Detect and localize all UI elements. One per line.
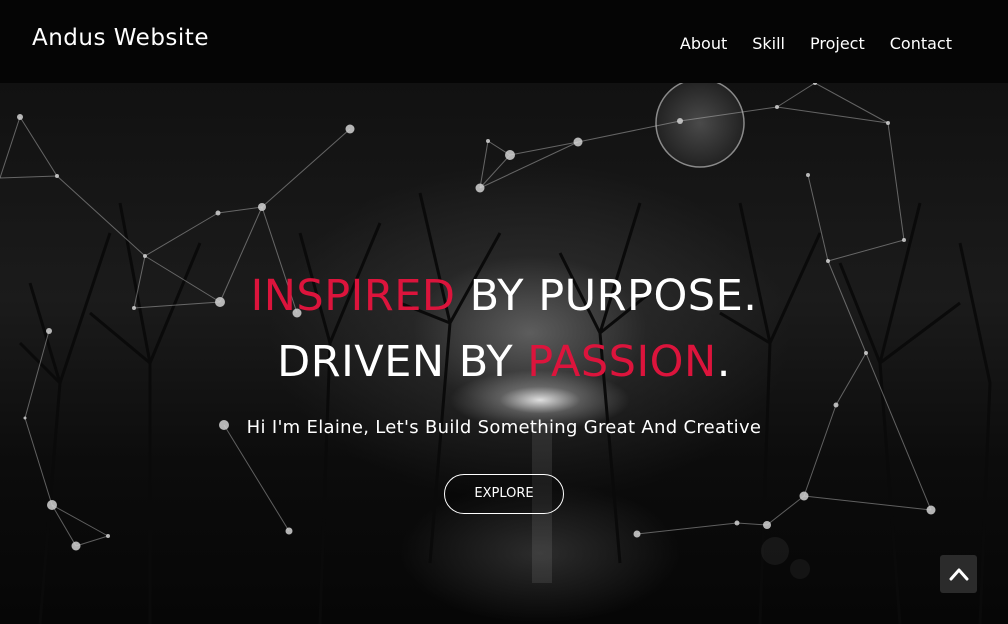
moon-shape xyxy=(655,83,745,168)
tree-silhouettes xyxy=(18,192,992,624)
hero-tagline: Hi I'm Elaine, Let's Build Something Gre… xyxy=(246,417,762,438)
hero-title-line-2: DRIVEN BY PASSION. xyxy=(0,341,1008,384)
hero-title-accent-inspired: INSPIRED xyxy=(250,271,456,321)
main-nav: About Skill Project Contact xyxy=(680,34,952,53)
explore-button[interactable]: EXPLORE xyxy=(444,474,564,514)
hero-section: INSPIRED BY PURPOSE. DRIVEN BY PASSION. … xyxy=(0,83,1008,624)
hero-title-accent-passion: PASSION xyxy=(527,337,717,387)
nav-link-skill[interactable]: Skill xyxy=(752,34,785,53)
nav-link-contact[interactable]: Contact xyxy=(890,34,952,53)
hero-title-line-1: INSPIRED BY PURPOSE. xyxy=(0,275,1008,318)
page: Andus Website About Skill Project Contac… xyxy=(0,0,1008,624)
site-logo[interactable]: Andus Website xyxy=(32,25,209,51)
site-header: Andus Website About Skill Project Contac… xyxy=(0,0,1008,83)
nav-link-project[interactable]: Project xyxy=(810,34,865,53)
hero-title-period: . xyxy=(716,337,731,387)
hero-title-driven-by: DRIVEN BY xyxy=(277,337,528,387)
scroll-to-top-button[interactable] xyxy=(940,555,977,593)
chevron-up-icon xyxy=(949,568,968,581)
nav-link-about[interactable]: About xyxy=(680,34,727,53)
hero-title-by-purpose: BY PURPOSE. xyxy=(455,271,758,321)
